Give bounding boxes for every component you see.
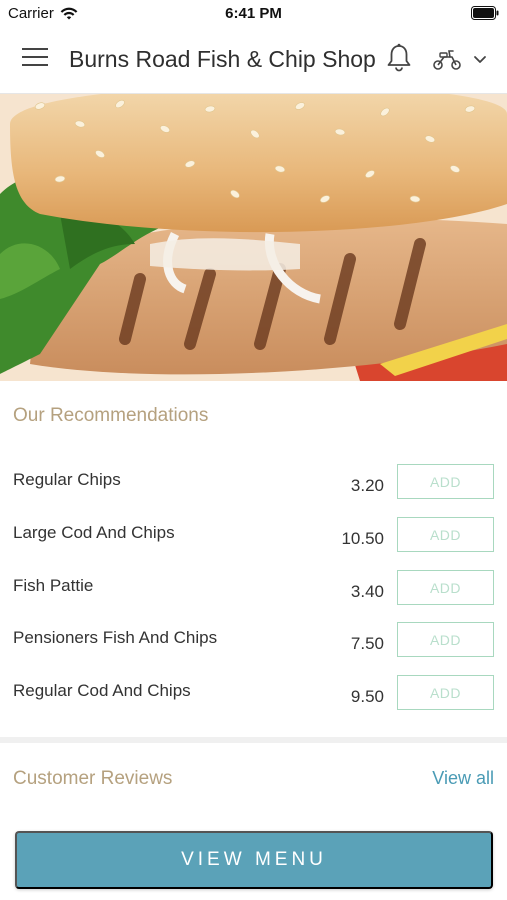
status-bar: Carrier 6:41 PM [0, 0, 507, 26]
section-divider [0, 737, 507, 743]
item-name: Regular Cod And Chips [13, 681, 191, 700]
recommendation-row: Regular Chips 3.20 ADD [0, 460, 507, 512]
view-all-reviews-link[interactable]: View all [432, 768, 494, 789]
hamburger-menu-icon[interactable] [22, 48, 48, 70]
item-name: Regular Chips [13, 470, 121, 489]
burger-photo-illustration [0, 94, 507, 381]
reviews-heading: Customer Reviews [13, 768, 173, 789]
item-price: 3.20 [350, 476, 384, 495]
item-price: 3.40 [350, 582, 384, 601]
scooter-icon[interactable] [432, 47, 462, 71]
app-header: Burns Road Fish & Chip Shop [0, 26, 507, 94]
recommendations-heading: Our Recommendations [13, 405, 209, 426]
item-name: Fish Pattie [13, 576, 94, 595]
recommendation-row: Large Cod And Chips 10.50 ADD [0, 513, 507, 565]
add-button[interactable]: ADD [397, 464, 494, 499]
recommendation-row: Fish Pattie 3.40 ADD [0, 566, 507, 618]
item-price: 10.50 [341, 529, 384, 548]
battery-icon [471, 6, 499, 20]
item-price: 7.50 [350, 634, 384, 653]
item-price: 9.50 [350, 687, 384, 706]
bell-icon[interactable] [385, 43, 413, 73]
recommendation-row: Pensioners Fish And Chips 7.50 ADD [0, 618, 507, 670]
item-name: Large Cod And Chips [13, 523, 175, 542]
status-time: 6:41 PM [225, 5, 282, 22]
chevron-down-icon[interactable] [472, 53, 488, 65]
page-title: Burns Road Fish & Chip Shop [69, 46, 376, 72]
recommendation-row: Regular Cod And Chips 9.50 ADD [0, 671, 507, 723]
hero-image [0, 94, 507, 381]
view-menu-button[interactable]: VIEW MENU [15, 831, 493, 889]
add-button[interactable]: ADD [397, 675, 494, 710]
add-button[interactable]: ADD [397, 570, 494, 605]
item-name: Pensioners Fish And Chips [13, 628, 218, 647]
add-button[interactable]: ADD [397, 622, 494, 657]
add-button[interactable]: ADD [397, 517, 494, 552]
